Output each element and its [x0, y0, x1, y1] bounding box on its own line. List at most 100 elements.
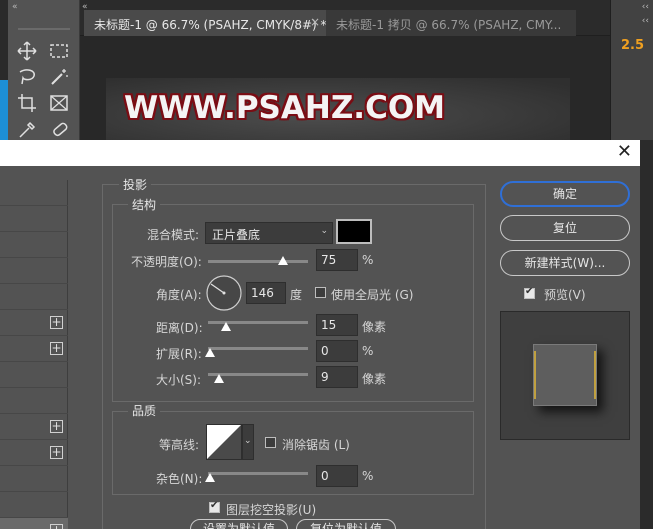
- frame-icon[interactable]: [48, 92, 70, 114]
- style-preview: [500, 311, 630, 440]
- antialias-label: 消除锯齿 (L): [282, 438, 350, 452]
- size-input[interactable]: 9: [316, 366, 358, 388]
- opacity-input[interactable]: 75: [316, 249, 358, 271]
- style-list: + + + + +: [0, 180, 68, 529]
- panel-collapse-icon[interactable]: «: [12, 2, 18, 12]
- noise-slider[interactable]: [208, 472, 308, 475]
- size-slider-thumb[interactable]: [214, 374, 224, 383]
- workspace-edge: [640, 140, 653, 529]
- document-tabs: « 未标题-1 @ 66.7% (PSAHZ, CMYK/8#) * × 未标题…: [80, 0, 610, 36]
- add-effect-icon[interactable]: +: [50, 420, 63, 433]
- panel-value: 2.5: [621, 38, 645, 53]
- list-item[interactable]: +: [0, 310, 68, 336]
- distance-value: 15: [321, 318, 337, 332]
- size-unit: 像素: [362, 372, 387, 386]
- list-item[interactable]: [0, 284, 68, 310]
- close-tab-icon[interactable]: ×: [310, 15, 320, 29]
- add-effect-icon[interactable]: +: [50, 316, 63, 329]
- list-item[interactable]: [0, 492, 68, 518]
- magic-wand-icon[interactable]: [48, 66, 70, 88]
- chevron-down-icon: ⌄: [244, 436, 252, 446]
- healing-brush-icon[interactable]: [48, 118, 70, 140]
- knockout-label: 图层挖空投影(U): [226, 503, 317, 517]
- tools-panel: «: [8, 0, 80, 140]
- size-value: 9: [321, 370, 329, 384]
- document-canvas[interactable]: WWW.PSAHZ.COM: [106, 78, 570, 140]
- spread-label: 扩展(R):: [156, 347, 202, 361]
- blend-mode-select[interactable]: 正片叠底 ⌄: [205, 222, 333, 244]
- angle-unit: 度: [290, 288, 303, 302]
- contour-dropdown[interactable]: ⌄: [242, 424, 254, 460]
- lasso-icon[interactable]: [16, 66, 38, 88]
- preview-thumbnail: [533, 344, 597, 406]
- chevron-down-icon: ⌄: [320, 226, 328, 236]
- angle-dial[interactable]: [205, 274, 243, 312]
- size-label: 大小(S):: [156, 373, 202, 387]
- eyedropper-icon[interactable]: [16, 118, 38, 140]
- list-item[interactable]: +: [0, 440, 68, 466]
- knockout-checkbox[interactable]: [209, 500, 220, 513]
- antialias-checkbox[interactable]: [265, 437, 276, 448]
- list-item[interactable]: [0, 206, 68, 232]
- canvas-text: WWW.PSAHZ.COM: [124, 90, 446, 126]
- distance-slider-thumb[interactable]: [221, 322, 231, 331]
- global-light-checkbox[interactable]: [315, 287, 326, 298]
- angle-input[interactable]: 146: [246, 282, 286, 304]
- tab-label: 未标题-1 @ 66.7% (PSAHZ, CMYK/8#) *: [94, 18, 326, 32]
- distance-label: 距离(D):: [156, 321, 203, 335]
- noise-value: 0: [321, 469, 329, 483]
- opacity-slider[interactable]: [208, 260, 308, 263]
- add-effect-icon[interactable]: +: [50, 524, 63, 529]
- noise-unit: %: [362, 469, 374, 483]
- list-item[interactable]: [0, 466, 68, 492]
- contour-picker[interactable]: [206, 424, 242, 460]
- preview-checkbox[interactable]: [524, 286, 535, 299]
- opacity-label: 不透明度(O):: [131, 255, 202, 269]
- spread-value: 0: [321, 344, 329, 358]
- spread-slider-thumb[interactable]: [205, 348, 215, 357]
- list-item[interactable]: [0, 388, 68, 414]
- structure-title: 结构: [128, 196, 161, 213]
- panel-expand-icon[interactable]: ‹‹: [642, 2, 649, 12]
- noise-label: 杂色(N):: [156, 472, 203, 486]
- global-light-label: 使用全局光 (G): [331, 288, 414, 302]
- opacity-unit: %: [362, 253, 374, 267]
- preview-label: 预览(V): [544, 288, 586, 302]
- reset-default-button[interactable]: 复位为默认值: [296, 519, 396, 529]
- tab-document-1[interactable]: 未标题-1 @ 66.7% (PSAHZ, CMYK/8#) * ×: [84, 10, 326, 36]
- spread-input[interactable]: 0: [316, 340, 358, 362]
- list-item[interactable]: [0, 362, 68, 388]
- dialog-titlebar[interactable]: ✕: [0, 140, 640, 166]
- marquee-icon[interactable]: [48, 40, 70, 62]
- new-style-button[interactable]: 新建样式(W)...: [500, 250, 630, 276]
- ok-button[interactable]: 确定: [500, 181, 630, 207]
- shadow-color-swatch[interactable]: [336, 219, 372, 244]
- panel-grip-bar[interactable]: [18, 28, 70, 30]
- distance-input[interactable]: 15: [316, 314, 358, 336]
- noise-slider-thumb[interactable]: [205, 473, 215, 482]
- list-item[interactable]: [0, 180, 68, 206]
- list-item-selected[interactable]: +: [0, 518, 68, 529]
- spread-unit: %: [362, 344, 374, 358]
- spread-slider[interactable]: [208, 347, 308, 350]
- panel-expand-icon[interactable]: ‹‹: [642, 16, 649, 26]
- canvas-area[interactable]: WWW.PSAHZ.COM: [80, 36, 610, 140]
- noise-input[interactable]: 0: [316, 465, 358, 487]
- list-item[interactable]: [0, 258, 68, 284]
- move-icon[interactable]: [16, 40, 38, 62]
- add-effect-icon[interactable]: +: [50, 446, 63, 459]
- selection-marker: [0, 80, 8, 140]
- tab-document-2[interactable]: 未标题-1 拷贝 @ 66.7% (PSAHZ, CMY...: [326, 10, 576, 36]
- reset-button[interactable]: 复位: [500, 215, 630, 241]
- add-effect-icon[interactable]: +: [50, 342, 63, 355]
- tab-label: 未标题-1 拷贝 @ 66.7% (PSAHZ, CMY...: [336, 18, 562, 32]
- list-item[interactable]: +: [0, 414, 68, 440]
- crop-icon[interactable]: [16, 92, 38, 114]
- opacity-slider-thumb[interactable]: [278, 256, 288, 265]
- list-item[interactable]: [0, 232, 68, 258]
- distance-unit: 像素: [362, 320, 387, 334]
- make-default-button[interactable]: 设置为默认值: [190, 519, 288, 529]
- right-panel: ‹‹ ‹‹ 2.5: [610, 0, 653, 140]
- close-icon[interactable]: ✕: [617, 142, 632, 162]
- list-item[interactable]: +: [0, 336, 68, 362]
